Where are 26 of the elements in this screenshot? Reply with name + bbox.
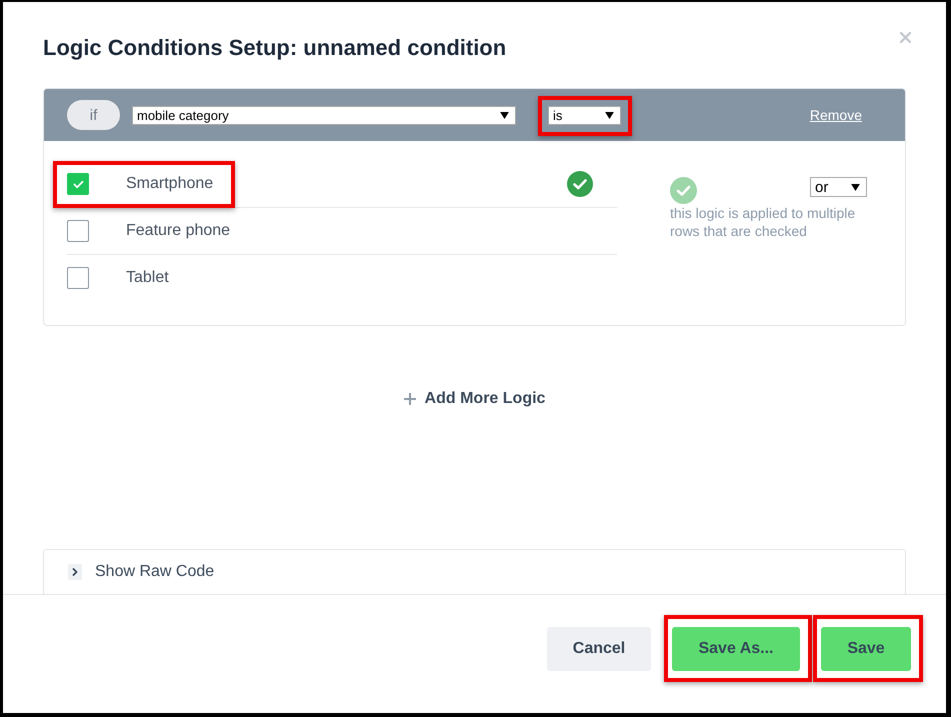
close-icon[interactable] <box>900 32 911 43</box>
checkbox[interactable] <box>67 173 89 195</box>
dialog-title: Logic Conditions Setup: unnamed condition <box>43 34 506 62</box>
check-circle-icon <box>567 171 593 197</box>
check-circle-icon <box>670 177 697 204</box>
caret-icon <box>851 184 860 190</box>
operator-dropdown[interactable]: is <box>548 106 621 124</box>
field-dropdown[interactable]: mobile category <box>132 106 516 124</box>
checkbox[interactable] <box>67 267 89 289</box>
checkbox[interactable] <box>67 220 89 242</box>
add-logic-button[interactable]: Add More Logic <box>404 388 546 410</box>
raw-code-toggle[interactable]: Show Raw Code <box>68 563 214 581</box>
save-button[interactable]: Save <box>821 627 911 671</box>
combinator-dropdown[interactable]: or <box>810 177 867 197</box>
option-label: Feature phone <box>126 222 230 240</box>
caret-icon <box>605 112 614 118</box>
cancel-button[interactable]: Cancel <box>547 627 651 671</box>
combinator-note: this logic is applied to multiple rows that are checked <box>670 204 856 240</box>
save-as-button[interactable]: Save As... <box>672 627 800 671</box>
option-label: Smartphone <box>126 175 214 193</box>
check-icon <box>72 180 84 188</box>
chevron-icon <box>68 564 82 580</box>
option-label: Tablet <box>126 269 169 287</box>
plus-icon <box>404 393 416 405</box>
if-keyword: if <box>67 100 120 130</box>
caret-icon <box>500 112 509 118</box>
